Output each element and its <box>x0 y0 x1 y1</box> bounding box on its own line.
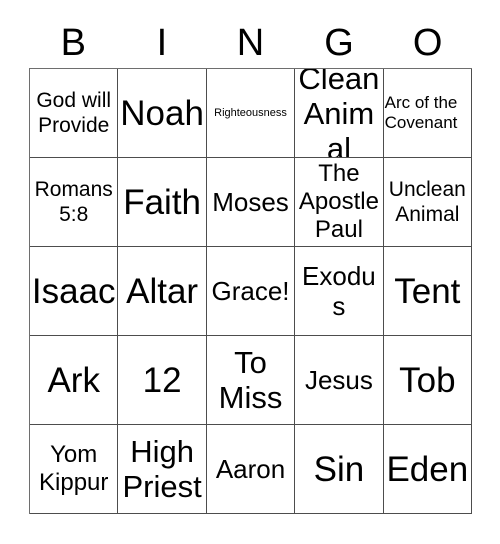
bingo-cell-label: Clean Animal <box>298 69 380 158</box>
bingo-cell-label: Grace! <box>211 276 290 306</box>
bingo-cell[interactable]: Tob <box>383 336 473 425</box>
bingo-cell-label: Aaron <box>215 454 286 484</box>
bingo-header-letter-b: B <box>60 22 86 64</box>
bingo-cell-label: Arc of the Covenant <box>384 93 458 132</box>
bingo-cell-label: Unclean Animal <box>388 178 466 226</box>
bingo-row: Isaac Altar Grace! Exodus Tent <box>30 247 473 336</box>
bingo-cell-label: Altar <box>126 271 199 311</box>
bingo-cell[interactable]: The Apostle Paul <box>295 158 384 247</box>
bingo-cell-label: Romans 5:8 <box>34 178 113 226</box>
bingo-grid: God will Provide Noah Righteousness Clea… <box>29 68 473 514</box>
bingo-cell[interactable]: Romans 5:8 <box>30 158 119 247</box>
bingo-cell[interactable]: Ark <box>30 336 119 425</box>
bingo-cell[interactable]: Clean Animal <box>295 69 384 158</box>
bingo-cell[interactable]: Tent <box>383 247 473 336</box>
bingo-row: Romans 5:8 Faith Moses The Apostle Paul … <box>30 158 473 247</box>
bingo-cell-label: Noah <box>120 93 204 133</box>
bingo-cell-label: Tob <box>399 360 456 400</box>
bingo-cell[interactable]: Jesus <box>295 336 384 425</box>
bingo-cell[interactable]: Exodus <box>295 247 384 336</box>
bingo-cell[interactable]: Noah <box>118 69 207 158</box>
bingo-cell[interactable]: Arc of the Covenant <box>383 69 473 158</box>
bingo-cell[interactable]: Grace! <box>206 247 296 336</box>
bingo-header-letter-g: G <box>324 22 354 64</box>
bingo-row: Ark 12 To Miss Jesus Tob <box>30 336 473 425</box>
bingo-cell-free-space[interactable]: To Miss <box>206 336 296 425</box>
bingo-cell-label: Yom Kippur <box>39 441 109 496</box>
bingo-cell[interactable]: Eden <box>383 425 473 514</box>
bingo-row: God will Provide Noah Righteousness Clea… <box>30 69 473 158</box>
bingo-cell[interactable]: Unclean Animal <box>383 158 473 247</box>
bingo-cell-label: 12 <box>142 360 182 400</box>
bingo-cell-label: Tent <box>394 271 461 311</box>
bingo-card: B I N G O God will Provide Noah Righteou… <box>29 0 473 514</box>
bingo-header: B I N G O <box>29 0 472 68</box>
bingo-cell-label: Ark <box>47 360 100 400</box>
bingo-header-letter-n: N <box>236 22 265 64</box>
bingo-cell-label: Faith <box>123 182 202 222</box>
bingo-cell[interactable]: Faith <box>118 158 207 247</box>
bingo-cell-label: Isaac <box>31 271 116 311</box>
bingo-cell[interactable]: Aaron <box>206 425 296 514</box>
bingo-cell[interactable]: 12 <box>118 336 207 425</box>
bingo-cell-label: High Priest <box>122 434 202 504</box>
bingo-cell[interactable]: Righteousness <box>206 69 296 158</box>
bingo-cell-label: Righteousness <box>214 106 287 119</box>
bingo-cell-label: Sin <box>313 449 365 489</box>
bingo-cell[interactable]: Sin <box>295 425 384 514</box>
bingo-cell-label: God will Provide <box>36 89 112 137</box>
bingo-cell-label: Exodus <box>302 261 376 321</box>
bingo-cell[interactable]: Yom Kippur <box>30 425 119 514</box>
bingo-cell[interactable]: High Priest <box>118 425 207 514</box>
bingo-cell-label: To Miss <box>218 345 283 415</box>
bingo-cell-label: Jesus <box>304 365 373 395</box>
bingo-row: Yom Kippur High Priest Aaron Sin Eden <box>30 425 473 514</box>
bingo-cell-label: The Apostle Paul <box>298 160 379 243</box>
bingo-cell-label: Moses <box>212 187 289 217</box>
bingo-cell-label: Eden <box>386 449 469 489</box>
bingo-cell[interactable]: Isaac <box>30 247 119 336</box>
bingo-cell[interactable]: Altar <box>118 247 207 336</box>
bingo-header-letter-i: I <box>156 22 168 64</box>
bingo-cell[interactable]: God will Provide <box>30 69 119 158</box>
bingo-header-letter-o: O <box>412 22 443 64</box>
bingo-cell[interactable]: Moses <box>206 158 296 247</box>
